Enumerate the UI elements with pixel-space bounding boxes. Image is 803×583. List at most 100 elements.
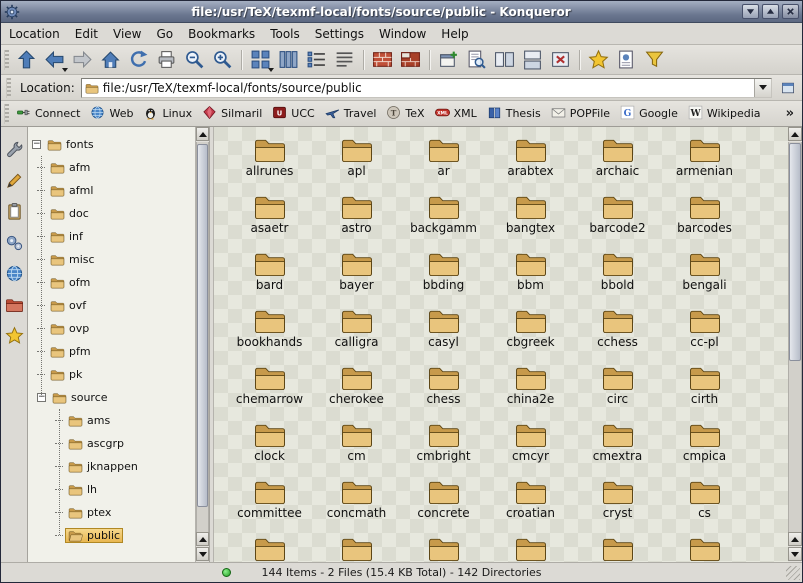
bookmarks-tab[interactable]	[4, 325, 25, 346]
main-scroll-up-button[interactable]	[788, 127, 802, 141]
home-button[interactable]	[97, 47, 124, 73]
edit-tab[interactable]	[4, 170, 25, 191]
location-combobox[interactable]	[81, 78, 772, 98]
folder-item[interactable]: bbold	[574, 246, 661, 303]
folder-item[interactable]: bbm	[487, 246, 574, 303]
folder-item[interactable]: cbgreek	[487, 303, 574, 360]
tree-collapse-icon[interactable]: −	[32, 140, 41, 149]
tree-item-doc[interactable]: doc	[28, 202, 195, 225]
remove-view-button[interactable]	[547, 47, 574, 73]
folder-item[interactable]: calligra	[313, 303, 400, 360]
folder-item[interactable]: cmbright	[400, 417, 487, 474]
folder-item[interactable]: cmcyr	[487, 417, 574, 474]
folder-item[interactable]: bookhands	[226, 303, 313, 360]
find-button[interactable]	[463, 47, 490, 73]
tree-item-ptex[interactable]: ptex	[28, 501, 195, 524]
tree-item-ofm[interactable]: ofm	[28, 271, 195, 294]
folder-item[interactable]: chemarrow	[226, 360, 313, 417]
folder-item[interactable]: circ	[574, 360, 661, 417]
detailed-list-view-button[interactable]	[303, 47, 330, 73]
folder-item[interactable]: croatian	[487, 474, 574, 531]
up-button[interactable]	[13, 47, 40, 73]
menu-location[interactable]: Location	[9, 27, 60, 41]
folder-item[interactable]: astro	[313, 189, 400, 246]
main-scroll-thumb[interactable]	[789, 143, 801, 361]
folder-item[interactable]: barcodes	[661, 189, 748, 246]
menu-go[interactable]: Go	[157, 27, 174, 41]
filter-button[interactable]	[641, 47, 668, 73]
tree-scrollbar[interactable]	[196, 127, 210, 562]
folder-item[interactable]: armenian	[661, 132, 748, 189]
main-scroll-track[interactable]	[788, 142, 802, 532]
titlebar[interactable]: file:/usr/TeX/texmf-local/fonts/source/p…	[1, 1, 802, 23]
bookmark-button[interactable]	[585, 47, 612, 73]
multicolumn-view-button[interactable]	[275, 47, 302, 73]
bookmark-wikipedia[interactable]: WWikipedia	[684, 103, 767, 125]
folder-item[interactable]	[487, 531, 574, 562]
tree-item-inf[interactable]: inf	[28, 225, 195, 248]
zoom-in-button[interactable]	[209, 47, 236, 73]
folder-item[interactable]: cmpica	[661, 417, 748, 474]
folder-item[interactable]: cm	[313, 417, 400, 474]
folder-item[interactable]: arabtex	[487, 132, 574, 189]
root-folder-tab[interactable]	[4, 294, 25, 315]
tree-item-ovp[interactable]: ovp	[28, 317, 195, 340]
bookmark-travel[interactable]: Travel	[321, 103, 383, 125]
tree-item-source[interactable]: −source	[28, 386, 195, 409]
folder-item[interactable]: cs	[661, 474, 748, 531]
tree-item-public[interactable]: public	[28, 524, 195, 547]
network-tab[interactable]	[4, 263, 25, 284]
zoom-out-button[interactable]	[181, 47, 208, 73]
bookmark-google[interactable]: GGoogle	[616, 103, 684, 125]
split-view-left-right-button[interactable]	[491, 47, 518, 73]
bookmark-tex[interactable]: TTeX	[382, 103, 430, 125]
folder-item[interactable]	[661, 531, 748, 562]
folder-item[interactable]: bard	[226, 246, 313, 303]
location-dropdown-button[interactable]	[754, 79, 771, 97]
frames-view-button[interactable]	[397, 47, 424, 73]
tree-item-pfm[interactable]: pfm	[28, 340, 195, 363]
tree-item-ascgrp[interactable]: ascgrp	[28, 432, 195, 455]
menu-view[interactable]: View	[113, 27, 141, 41]
bookmark-popfile[interactable]: POPFile	[547, 103, 616, 125]
close-button[interactable]	[782, 4, 799, 19]
tree-scroll-track[interactable]	[196, 142, 209, 532]
split-view-top-bottom-button[interactable]	[519, 47, 546, 73]
menu-edit[interactable]: Edit	[75, 27, 98, 41]
menu-tools[interactable]: Tools	[270, 27, 300, 41]
menu-window[interactable]: Window	[379, 27, 426, 41]
folder-item[interactable]: cryst	[574, 474, 661, 531]
folder-item[interactable]: asaetr	[226, 189, 313, 246]
tree-item-misc[interactable]: misc	[28, 248, 195, 271]
bookmark-ucc[interactable]: UUCC	[268, 103, 320, 125]
menu-help[interactable]: Help	[441, 27, 468, 41]
print-button[interactable]	[153, 47, 180, 73]
toolbar-handle[interactable]	[4, 50, 9, 70]
tree-item-lh[interactable]: lh	[28, 478, 195, 501]
bookmark-toolbar-handle[interactable]	[4, 104, 9, 124]
notes-tab[interactable]	[4, 201, 25, 222]
html-view-button[interactable]	[369, 47, 396, 73]
folder-item[interactable]: chess	[400, 360, 487, 417]
folder-item[interactable]: bangtex	[487, 189, 574, 246]
main-scroll-down-button[interactable]	[788, 547, 802, 561]
reload-button[interactable]	[125, 47, 152, 73]
folder-item[interactable]: china2e	[487, 360, 574, 417]
tree-item-afm[interactable]: afm	[28, 156, 195, 179]
folder-item[interactable]: committee	[226, 474, 313, 531]
tree-item-fonts[interactable]: −fonts	[28, 133, 195, 156]
folder-item[interactable]	[313, 531, 400, 562]
folder-item[interactable]: cc-pl	[661, 303, 748, 360]
bookmark-silmaril[interactable]: Silmaril	[198, 103, 268, 125]
folder-item[interactable]: casyl	[400, 303, 487, 360]
forward-button[interactable]	[69, 47, 96, 73]
folder-item[interactable]: barcode2	[574, 189, 661, 246]
tree-item-pk[interactable]: pk	[28, 363, 195, 386]
folder-item[interactable]	[574, 531, 661, 562]
menu-settings[interactable]: Settings	[315, 27, 364, 41]
folder-item[interactable]: allrunes	[226, 132, 313, 189]
main-scrollbar[interactable]	[788, 127, 802, 562]
location-toolbar-handle[interactable]	[6, 78, 11, 98]
tree-item-ovf[interactable]: ovf	[28, 294, 195, 317]
minimize-button[interactable]	[742, 4, 759, 19]
